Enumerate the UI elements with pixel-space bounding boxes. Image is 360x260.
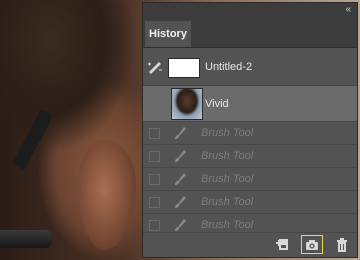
history-state-row[interactable]: Vivid [143,86,357,122]
double-chevron-left-icon[interactable]: « [345,4,351,16]
canvas-photo-hair [0,0,140,120]
history-brush-icon[interactable] [147,60,163,74]
history-state-row[interactable]: Brush Tool [143,122,357,145]
new-document-from-state-icon [276,239,288,250]
history-state-row[interactable]: Brush Tool [143,191,357,214]
state-thumbnail [171,88,203,120]
canvas-photo-ear [78,140,136,250]
trash-icon [337,237,347,252]
history-source-checkbox[interactable] [149,99,160,110]
brush-icon [175,150,186,162]
history-state-label: Brush Tool [201,219,254,231]
canvas-photo-glasses-hinge [0,230,52,248]
camera-icon [306,239,318,250]
brush-icon [175,219,186,231]
history-state-row[interactable]: Brush Tool [143,145,357,168]
panel-topbar: « [143,3,357,17]
history-panel: « History Untitled-2 Vivid Brush Tool Br… [142,2,358,258]
new-document-from-state-button[interactable] [271,235,293,254]
delete-state-button[interactable] [331,235,353,254]
create-snapshot-button[interactable] [301,235,323,254]
tab-history[interactable]: History [145,21,191,47]
history-state-label: Brush Tool [201,150,254,162]
snapshot-thumbnail [168,58,200,78]
history-state-label: Vivid [205,98,229,110]
brush-icon [175,127,186,139]
history-state-label: Brush Tool [201,196,254,208]
history-source-checkbox[interactable] [149,151,160,162]
history-source-checkbox[interactable] [149,128,160,139]
history-source-checkbox[interactable] [149,197,160,208]
brush-icon [175,196,186,208]
panel-bottom-toolbar [143,232,357,257]
history-state-row[interactable]: Brush Tool [143,168,357,191]
snapshot-label: Untitled-2 [205,61,253,73]
history-state-label: Brush Tool [201,173,254,185]
history-source-checkbox[interactable] [149,220,160,231]
panel-tabbar: History [143,17,357,48]
history-state-label: Brush Tool [201,127,254,139]
brush-icon [175,173,186,185]
snapshot-row[interactable]: Untitled-2 [143,48,357,86]
history-source-checkbox[interactable] [149,174,160,185]
